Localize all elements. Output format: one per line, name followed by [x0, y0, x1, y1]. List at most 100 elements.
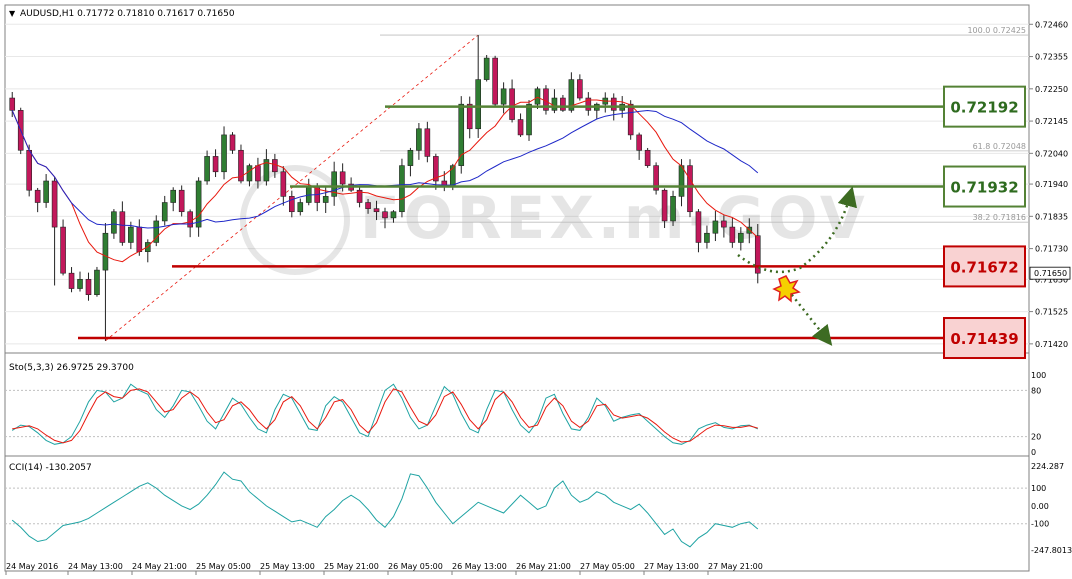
level-box[interactable]: 0.71672 — [943, 245, 1026, 288]
candle-body — [636, 134, 642, 151]
candle — [238, 144, 244, 184]
candle-body — [77, 279, 83, 289]
chart-window: FOREX.m-GOV 100.0 0.72425 61.8 0.72048 38.… — [0, 0, 1072, 579]
candle-body — [534, 88, 541, 105]
candle-body — [161, 202, 168, 222]
candle-body — [577, 79, 583, 99]
candle-body — [178, 189, 185, 213]
time-tick-label: 25 May 13:00 — [260, 562, 315, 571]
sto-tick-label: 100 — [1031, 371, 1046, 380]
candle-body — [661, 189, 668, 222]
candle-body — [399, 165, 405, 213]
candle-body — [187, 211, 193, 228]
candle-body — [111, 211, 117, 234]
chart-canvas[interactable]: FOREX.m-GOV 100.0 0.72425 61.8 0.72048 38.… — [0, 0, 1072, 579]
watermark-text: FOREX.m-GOV — [360, 184, 869, 252]
candle-body — [94, 269, 100, 295]
fib-label: 61.8 0.72048 — [973, 142, 1026, 151]
price-tick-label: 0.72355 — [1035, 53, 1068, 62]
candle-body — [85, 279, 92, 295]
candle-body — [322, 196, 329, 203]
candle-body — [687, 165, 693, 213]
candle-body — [458, 103, 465, 166]
candle-body — [229, 134, 236, 151]
candle-body — [517, 119, 524, 136]
time-tick-label: 26 May 21:00 — [516, 562, 571, 571]
price-tick-label: 0.71730 — [1035, 245, 1068, 254]
candle-body — [204, 156, 210, 182]
candle-body — [102, 232, 109, 271]
candle-body — [729, 226, 736, 243]
candle-body — [610, 97, 617, 111]
candle-body — [382, 211, 388, 219]
candle-body — [416, 128, 422, 151]
candle-body — [492, 57, 498, 105]
price-tick-label: 0.71835 — [1035, 212, 1068, 221]
sto-tick-label: 20 — [1031, 433, 1041, 442]
cci-tick-label: 0.00 — [1031, 502, 1049, 511]
candle-body — [365, 202, 371, 209]
time-tick-label: 24 May 13:00 — [68, 562, 123, 571]
level-box-label: 0.71439 — [950, 330, 1018, 348]
level-box-label: 0.71672 — [950, 258, 1018, 276]
candle-body — [246, 165, 253, 182]
price-tick-label: 0.72145 — [1035, 117, 1068, 126]
candle-body — [407, 149, 414, 166]
price-tick-label: 0.71420 — [1035, 340, 1068, 349]
candle — [653, 162, 659, 195]
candle-body — [119, 211, 126, 243]
triangle-icon[interactable]: ▼ — [9, 9, 16, 18]
price-tick-label: 0.72250 — [1035, 85, 1068, 94]
candle-body — [280, 171, 287, 197]
candle-body — [704, 232, 710, 243]
candle-body — [475, 79, 481, 130]
time-tick-label: 24 May 21:00 — [132, 562, 187, 571]
candle — [178, 185, 185, 217]
candle — [399, 158, 405, 218]
level-box[interactable]: 0.71439 — [943, 317, 1026, 360]
chart-frame — [4, 4, 1030, 572]
time-tick-label: 27 May 05:00 — [580, 562, 635, 571]
candle-body — [678, 165, 685, 197]
candle-body — [9, 97, 16, 111]
sto-tick-label: 80 — [1031, 386, 1041, 395]
price-tick-label: 0.71525 — [1035, 308, 1068, 317]
candle-body — [128, 226, 134, 243]
cci-pane-header: CCI(14) -130.2057 — [9, 463, 92, 473]
level-box[interactable]: 0.71932 — [943, 165, 1026, 208]
candle-body — [526, 103, 532, 136]
time-tick-label: 26 May 13:00 — [452, 562, 507, 571]
candle-body — [483, 57, 490, 80]
price-tick-label: 0.72040 — [1035, 149, 1068, 158]
candle-body — [195, 180, 202, 228]
candle-body — [297, 202, 304, 213]
price-tick-label: 0.72460 — [1035, 20, 1068, 29]
current-price-label: 0.71650 — [1034, 269, 1067, 278]
candle-body — [390, 211, 397, 219]
candle — [687, 159, 693, 218]
level-box[interactable]: 0.72192 — [943, 85, 1026, 128]
fib-label: 38.2 0.71816 — [973, 213, 1026, 222]
cci-tick-label: -247.8013 — [1031, 546, 1072, 555]
candle-body — [26, 149, 32, 191]
candle-body — [551, 97, 558, 111]
candle-body — [170, 189, 177, 203]
price-tick-label: 0.71940 — [1035, 180, 1068, 189]
candle — [94, 266, 100, 297]
candle-body — [712, 220, 719, 234]
candle — [483, 54, 490, 82]
candle-body — [721, 220, 727, 228]
cci-tick-label: -100 — [1031, 520, 1049, 529]
candle-body — [738, 232, 744, 243]
sto-tick-label: 0 — [1031, 448, 1036, 457]
candle-body — [424, 128, 431, 157]
candle-body — [34, 189, 41, 203]
sto-pane-header: Sto(5,3,3) 26.9725 29.3700 — [9, 363, 134, 373]
candle-body — [221, 134, 227, 173]
candle-body — [136, 226, 143, 252]
fib-label: 100.0 0.72425 — [967, 26, 1026, 35]
candle-body — [500, 88, 507, 105]
time-tick-label: 26 May 05:00 — [388, 562, 443, 571]
candle — [60, 219, 66, 276]
candle — [492, 55, 498, 106]
